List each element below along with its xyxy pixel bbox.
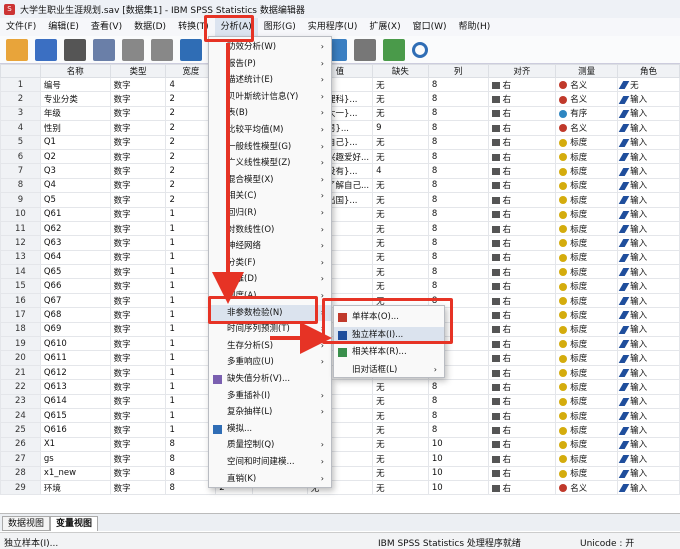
status-hint: 独立样本(I)... bbox=[4, 539, 59, 549]
view-tabs: 数据视图 变量视图 bbox=[0, 513, 680, 531]
status-unicode: Unicode : 开 bbox=[580, 539, 635, 549]
status-bar: 独立样本(I)... IBM SPSS Statistics 处理程序就绪 Un… bbox=[0, 532, 680, 549]
tab-data-view[interactable]: 数据视图 bbox=[2, 516, 51, 531]
status-processor: IBM SPSS Statistics 处理程序就绪 bbox=[378, 539, 521, 549]
annotation-arrows bbox=[212, 43, 332, 354]
tab-variable-view[interactable]: 变量视图 bbox=[50, 516, 99, 531]
